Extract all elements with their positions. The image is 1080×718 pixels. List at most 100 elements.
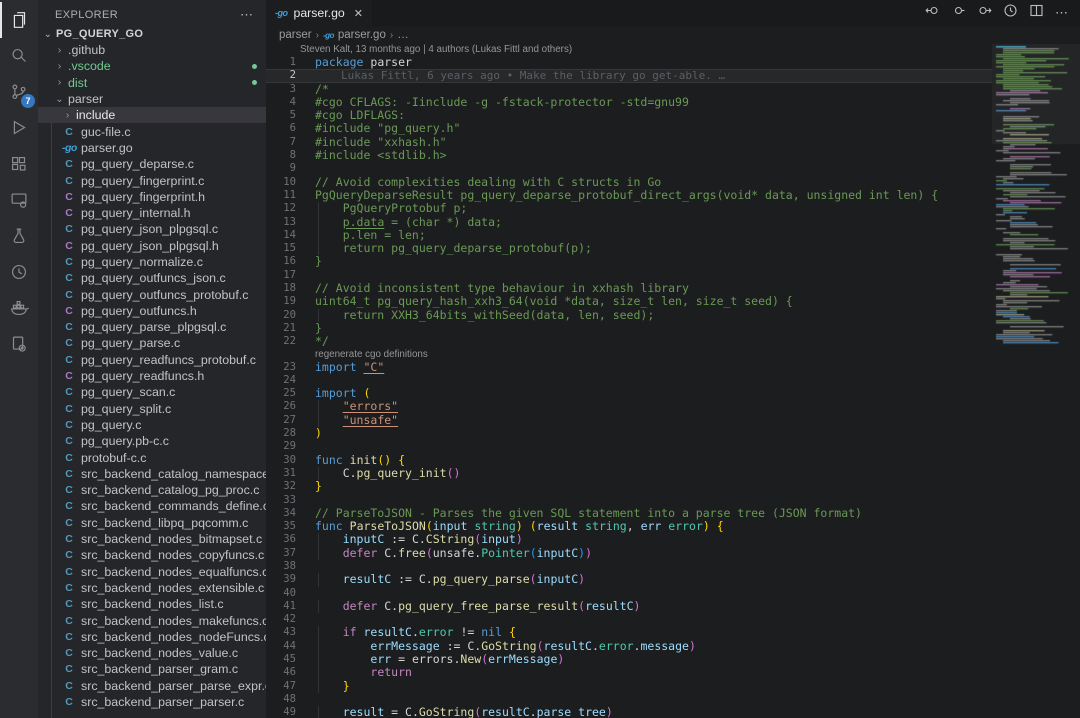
line-number[interactable]: 33 [266, 494, 296, 507]
line-number[interactable]: 32 [266, 480, 296, 493]
line-number[interactable]: 14 [266, 229, 296, 242]
more-actions-icon[interactable]: ⋯ [240, 7, 254, 23]
line-number[interactable]: 15 [266, 242, 296, 255]
code-line-41[interactable]: 41 defer C.pg_query_free_parse_result(re… [266, 600, 992, 613]
docker-icon[interactable] [0, 290, 38, 326]
remote-explorer-icon[interactable] [0, 182, 38, 218]
line-number[interactable]: 49 [266, 706, 296, 718]
tree-file-pg_query_internal.h[interactable]: Cpg_query_internal.h [38, 205, 266, 221]
code-line-28[interactable]: 28) [266, 427, 992, 440]
code-line-27[interactable]: 27 "unsafe" [266, 414, 992, 427]
line-number[interactable]: 31 [266, 467, 296, 480]
line-number[interactable]: 40 [266, 587, 296, 600]
line-number[interactable]: 26 [266, 400, 296, 413]
tree-file-pg_query_readfuncs.h[interactable]: Cpg_query_readfuncs.h [38, 368, 266, 384]
split-editor-icon[interactable] [1029, 3, 1044, 23]
line-number[interactable]: 45 [266, 653, 296, 666]
line-number[interactable]: 22 [266, 335, 296, 348]
close-icon[interactable]: ✕ [354, 7, 363, 20]
open-changes-icon[interactable] [951, 3, 966, 23]
line-number[interactable]: 13 [266, 216, 296, 229]
line-number[interactable]: 34 [266, 507, 296, 520]
tree-file-pg_query_parse_plpgsql.c[interactable]: Cpg_query_parse_plpgsql.c [38, 319, 266, 335]
code-line-5[interactable]: 5#cgo LDFLAGS: [266, 109, 992, 122]
code-line-43[interactable]: 43 if resultC.error != nil { [266, 626, 992, 639]
tree-file-src_backend_catalog_pg_proc.c[interactable]: Csrc_backend_catalog_pg_proc.c [38, 482, 266, 498]
line-number[interactable]: 47 [266, 680, 296, 693]
line-number[interactable]: 2 [266, 69, 296, 82]
tree-file-src_backend_nodes_makefuncs.c[interactable]: Csrc_backend_nodes_makefuncs.c [38, 612, 266, 628]
tree-file-src_backend_parser_parse_expr.c[interactable]: Csrc_backend_parser_parse_expr.c [38, 678, 266, 694]
minimap[interactable] [992, 44, 1080, 718]
breadcrumb-item-parser[interactable]: parser [279, 29, 312, 41]
tree-file-src_backend_nodes_extensible.c[interactable]: Csrc_backend_nodes_extensible.c [38, 580, 266, 596]
line-number[interactable]: 11 [266, 189, 296, 202]
line-number[interactable]: 36 [266, 533, 296, 546]
breadcrumb-item-parser.go[interactable]: -goparser.go [323, 29, 386, 41]
line-number[interactable]: 24 [266, 374, 296, 387]
code-line-7[interactable]: 7#include "xxhash.h" [266, 136, 992, 149]
line-number[interactable]: 16 [266, 255, 296, 268]
code-line-26[interactable]: 26 "errors" [266, 400, 992, 413]
code-line-8[interactable]: 8#include <stdlib.h> [266, 149, 992, 162]
tools-icon[interactable] [0, 326, 38, 362]
code-line-40[interactable]: 40 [266, 587, 992, 600]
code-line-16[interactable]: 16} [266, 255, 992, 268]
tree-file-src_backend_parser_parser.c[interactable]: Csrc_backend_parser_parser.c [38, 694, 266, 710]
code-line-14[interactable]: 14 p.len = len; [266, 229, 992, 242]
code-line-6[interactable]: 6#include "pg_query.h" [266, 122, 992, 135]
clock-icon[interactable] [0, 254, 38, 290]
line-number[interactable]: 20 [266, 309, 296, 322]
tree-file-pg_query_outfuncs_json.c[interactable]: Cpg_query_outfuncs_json.c [38, 270, 266, 286]
extensions-icon[interactable] [0, 146, 38, 182]
line-number[interactable]: 28 [266, 427, 296, 440]
line-number[interactable]: 37 [266, 547, 296, 560]
tree-folder-parser[interactable]: ⌄parser [38, 91, 266, 107]
code-line-49[interactable]: 49 result = C.GoString(resultC.parse_tre… [266, 706, 992, 718]
tree-file-pg_query_parse.c[interactable]: Cpg_query_parse.c [38, 335, 266, 351]
code-line-12[interactable]: 12 PgQueryProtobuf p; [266, 202, 992, 215]
tree-file-pg_query_outfuncs.h[interactable]: Cpg_query_outfuncs.h [38, 303, 266, 319]
code-line-15[interactable]: 15 return pg_query_deparse_protobuf(p); [266, 242, 992, 255]
line-number[interactable]: 6 [266, 122, 296, 135]
line-number[interactable]: 39 [266, 573, 296, 586]
tree-file-pg_query_json_plpgsql.c[interactable]: Cpg_query_json_plpgsql.c [38, 221, 266, 237]
open-previous-change-icon[interactable] [925, 3, 940, 23]
code-line-13[interactable]: 13 p.data = (char *) data; [266, 216, 992, 229]
line-number[interactable]: 29 [266, 440, 296, 453]
tree-file-pg_query_deparse.c[interactable]: Cpg_query_deparse.c [38, 156, 266, 172]
tree-file-pg_query_split.c[interactable]: Cpg_query_split.c [38, 401, 266, 417]
code-line-23[interactable]: 23import "C" [266, 361, 992, 374]
code-line-31[interactable]: 31 C.pg_query_init() [266, 467, 992, 480]
code-line-46[interactable]: 46 return [266, 666, 992, 679]
code-line-48[interactable]: 48 [266, 693, 992, 706]
line-number[interactable]: 41 [266, 600, 296, 613]
line-number[interactable]: 46 [266, 666, 296, 679]
tree-file-src_backend_nodes_equalfuncs.c[interactable]: Csrc_backend_nodes_equalfuncs.c [38, 564, 266, 580]
tree-file-src_backend_nodes_bitmapset.c[interactable]: Csrc_backend_nodes_bitmapset.c [38, 531, 266, 547]
tree-folder-.github[interactable]: ›.github [38, 42, 266, 58]
code-line-22[interactable]: 22*/ [266, 335, 992, 348]
line-number[interactable]: 43 [266, 626, 296, 639]
code-line-34[interactable]: 34// ParseToJSON - Parses the given SQL … [266, 507, 992, 520]
tree-file-parser.go[interactable]: -goparser.go [38, 140, 266, 156]
line-number[interactable]: 17 [266, 269, 296, 282]
code-line-10[interactable]: 10// Avoid complexities dealing with C s… [266, 176, 992, 189]
code-line-17[interactable]: 17 [266, 269, 992, 282]
tab-parser-go[interactable]: -go parser.go ✕ [266, 0, 372, 26]
tree-file-src_backend_nodes_value.c[interactable]: Csrc_backend_nodes_value.c [38, 645, 266, 661]
line-number[interactable]: 8 [266, 149, 296, 162]
tree-file-src_backend_nodes_copyfuncs.c[interactable]: Csrc_backend_nodes_copyfuncs.c [38, 547, 266, 563]
tree-folder-.vscode[interactable]: ›.vscode [38, 58, 266, 74]
tree-file-guc-file.c[interactable]: Cguc-file.c [38, 123, 266, 139]
tree-file-pg_query_json_plpgsql.h[interactable]: Cpg_query_json_plpgsql.h [38, 238, 266, 254]
run-and-debug-icon[interactable] [0, 110, 38, 146]
source-control-icon[interactable]: 7 [0, 74, 38, 110]
code-line-9[interactable]: 9 [266, 162, 992, 175]
tree-file-src_backend_catalog_namespace.c[interactable]: Csrc_backend_catalog_namespace.c [38, 466, 266, 482]
code-line-25[interactable]: 25import ( [266, 387, 992, 400]
line-number[interactable]: 1 [266, 56, 296, 69]
code-line-38[interactable]: 38 [266, 560, 992, 573]
breadcrumb-item-…[interactable]: … [397, 29, 409, 41]
code-line-24[interactable]: 24 [266, 374, 992, 387]
